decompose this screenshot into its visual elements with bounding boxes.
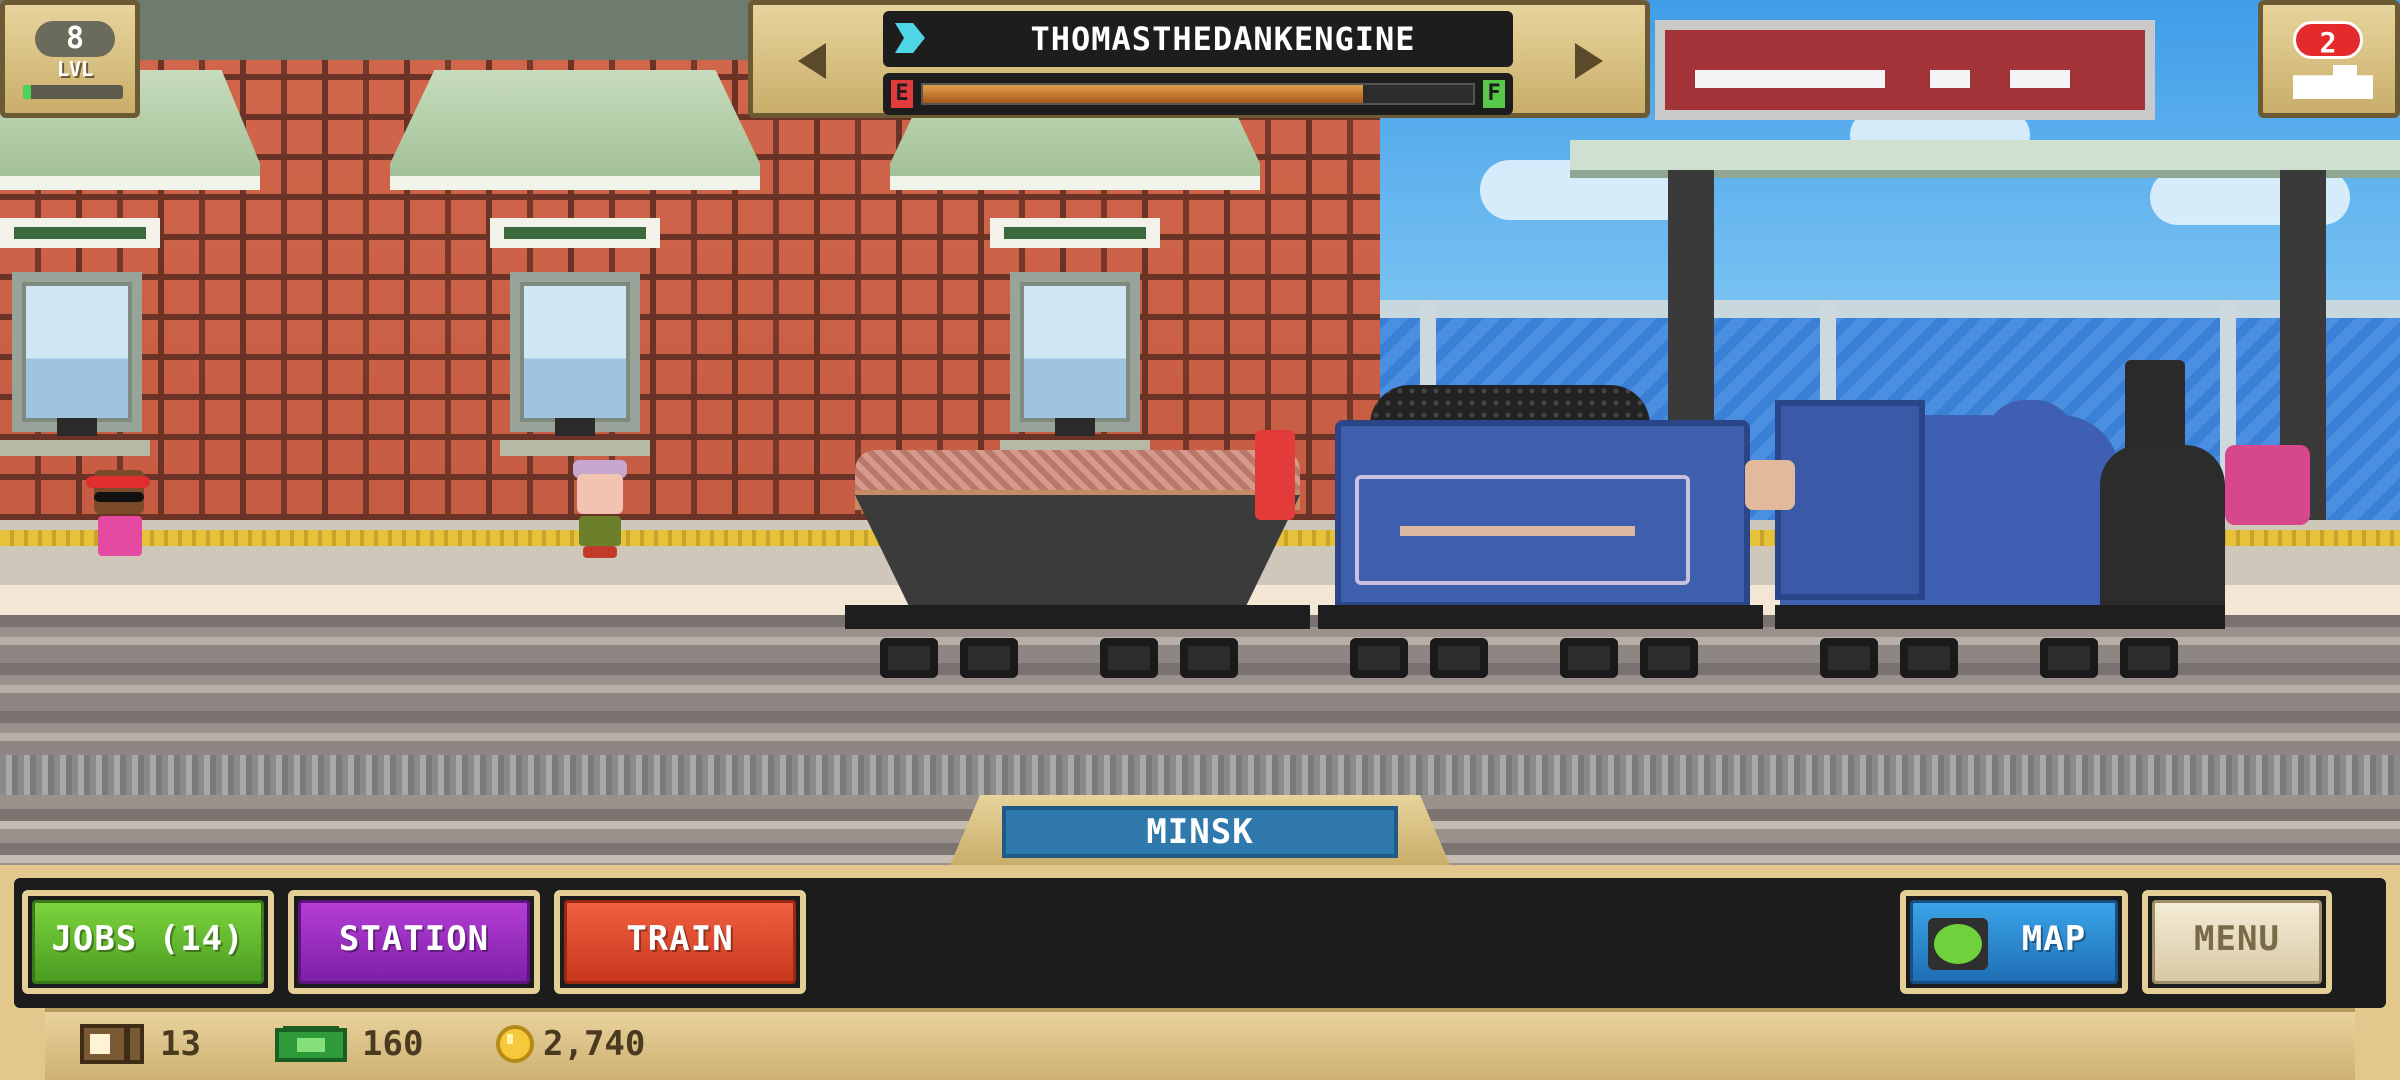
wheel: [1180, 638, 1238, 678]
map-icon: [1928, 918, 1988, 970]
train-button[interactable]: TRAIN: [554, 890, 806, 994]
passenger-shoes: [583, 546, 617, 558]
wheel: [960, 638, 1018, 678]
tender-trim: [1400, 526, 1635, 536]
locomotive-smokebox: [2100, 445, 2225, 605]
wheel: [1640, 638, 1698, 678]
fence-rail: [1380, 300, 2400, 318]
awning-edge: [390, 176, 760, 190]
menu-button[interactable]: MENU: [2142, 890, 2332, 994]
train-driver: [1745, 460, 1795, 510]
passenger-body: [579, 516, 621, 546]
level-badge[interactable]: 8 LVL: [0, 0, 140, 118]
station-button-label: STATION: [338, 919, 490, 959]
hopper-frame: [845, 605, 1310, 629]
fuel-track: [921, 83, 1475, 105]
map-button-label: MAP: [2021, 919, 2087, 959]
cash-amount: 160: [362, 1024, 424, 1064]
train-icon: [895, 23, 925, 53]
wall-sign: [490, 218, 660, 248]
wheel: [1430, 638, 1488, 678]
fuel-full-label: F: [1483, 80, 1505, 108]
train-name: THOMASTHEDANKENGINE: [1030, 20, 1416, 58]
train-selector: THOMASTHEDANKENGINE E F: [748, 0, 1650, 118]
wheel: [2120, 638, 2178, 678]
station-window: [12, 272, 142, 432]
coin-icon: [496, 1025, 534, 1063]
menu-button-label: MENU: [2194, 919, 2280, 959]
station-name-board: [1655, 20, 2155, 120]
level-progress-fill: [23, 85, 31, 99]
game-screen: 8 LVL THOMASTHEDANKENGINE E F 2 MINSK JO…: [0, 0, 2400, 1080]
cash-icon: [275, 1026, 347, 1062]
passenger-head: [577, 474, 623, 514]
wheel: [1560, 638, 1618, 678]
wheel: [2040, 638, 2098, 678]
passenger-body: [98, 516, 142, 556]
next-train-button[interactable]: [1525, 5, 1645, 115]
wheel: [1100, 638, 1158, 678]
station-window: [1010, 272, 1140, 432]
crate-count: 13: [160, 1024, 201, 1064]
level-number: 8: [35, 21, 115, 57]
station-button[interactable]: STATION: [288, 890, 540, 994]
passenger[interactable]: [80, 470, 160, 560]
level-progress-bar: [23, 85, 123, 99]
wall-sign: [990, 218, 1160, 248]
tender-frame: [1318, 605, 1763, 629]
locomotive-frame: [1775, 605, 2225, 629]
window-sill: [0, 440, 150, 456]
station-awning: [390, 70, 760, 190]
passenger[interactable]: [565, 460, 635, 560]
train-name-display[interactable]: THOMASTHEDANKENGINE: [883, 11, 1513, 67]
window-slot: [57, 418, 97, 436]
level-label: LVL: [56, 57, 94, 81]
fuel-empty-label: E: [891, 80, 913, 108]
map-button[interactable]: MAP: [1900, 890, 2128, 994]
hopper-car[interactable]: [855, 495, 1300, 605]
passenger-cap: [86, 476, 150, 488]
awning-edge: [0, 176, 260, 190]
wheel: [1820, 638, 1878, 678]
jobs-button[interactable]: JOBS (14): [22, 890, 274, 994]
fuel-fill: [923, 85, 1363, 103]
jobs-button-label: JOBS (14): [51, 919, 245, 959]
wheel: [880, 638, 938, 678]
luggage-bag[interactable]: [2225, 445, 2310, 525]
locomotive-cab: [1775, 400, 1925, 600]
window-slot: [1055, 418, 1095, 436]
wheel: [1900, 638, 1958, 678]
coin-amount: 2,740: [543, 1024, 646, 1064]
train-button-label: TRAIN: [626, 919, 734, 959]
board-stripe: [1930, 70, 1970, 88]
previous-train-button[interactable]: [753, 5, 873, 115]
tail-lamp: [1255, 430, 1295, 520]
left-arrow-icon: [798, 43, 826, 79]
station-window: [510, 272, 640, 432]
track-gravel: [0, 755, 2400, 795]
board-stripe: [1695, 70, 1885, 88]
right-arrow-icon: [1575, 43, 1603, 79]
fuel-gauge: E F: [883, 73, 1513, 115]
board-stripe: [2010, 70, 2070, 88]
awning-edge: [890, 176, 1260, 190]
window-slot: [555, 418, 595, 436]
window-sill: [500, 440, 650, 456]
wheel: [1350, 638, 1408, 678]
crate-icon: [80, 1024, 144, 1064]
train-notifications-button[interactable]: 2: [2258, 0, 2400, 118]
passenger-sunglasses: [94, 492, 144, 502]
location-name[interactable]: MINSK: [1002, 806, 1398, 858]
train-silhouette-icon: [2293, 65, 2373, 99]
notification-count-badge: 2: [2293, 21, 2363, 59]
wall-sign: [0, 218, 160, 248]
